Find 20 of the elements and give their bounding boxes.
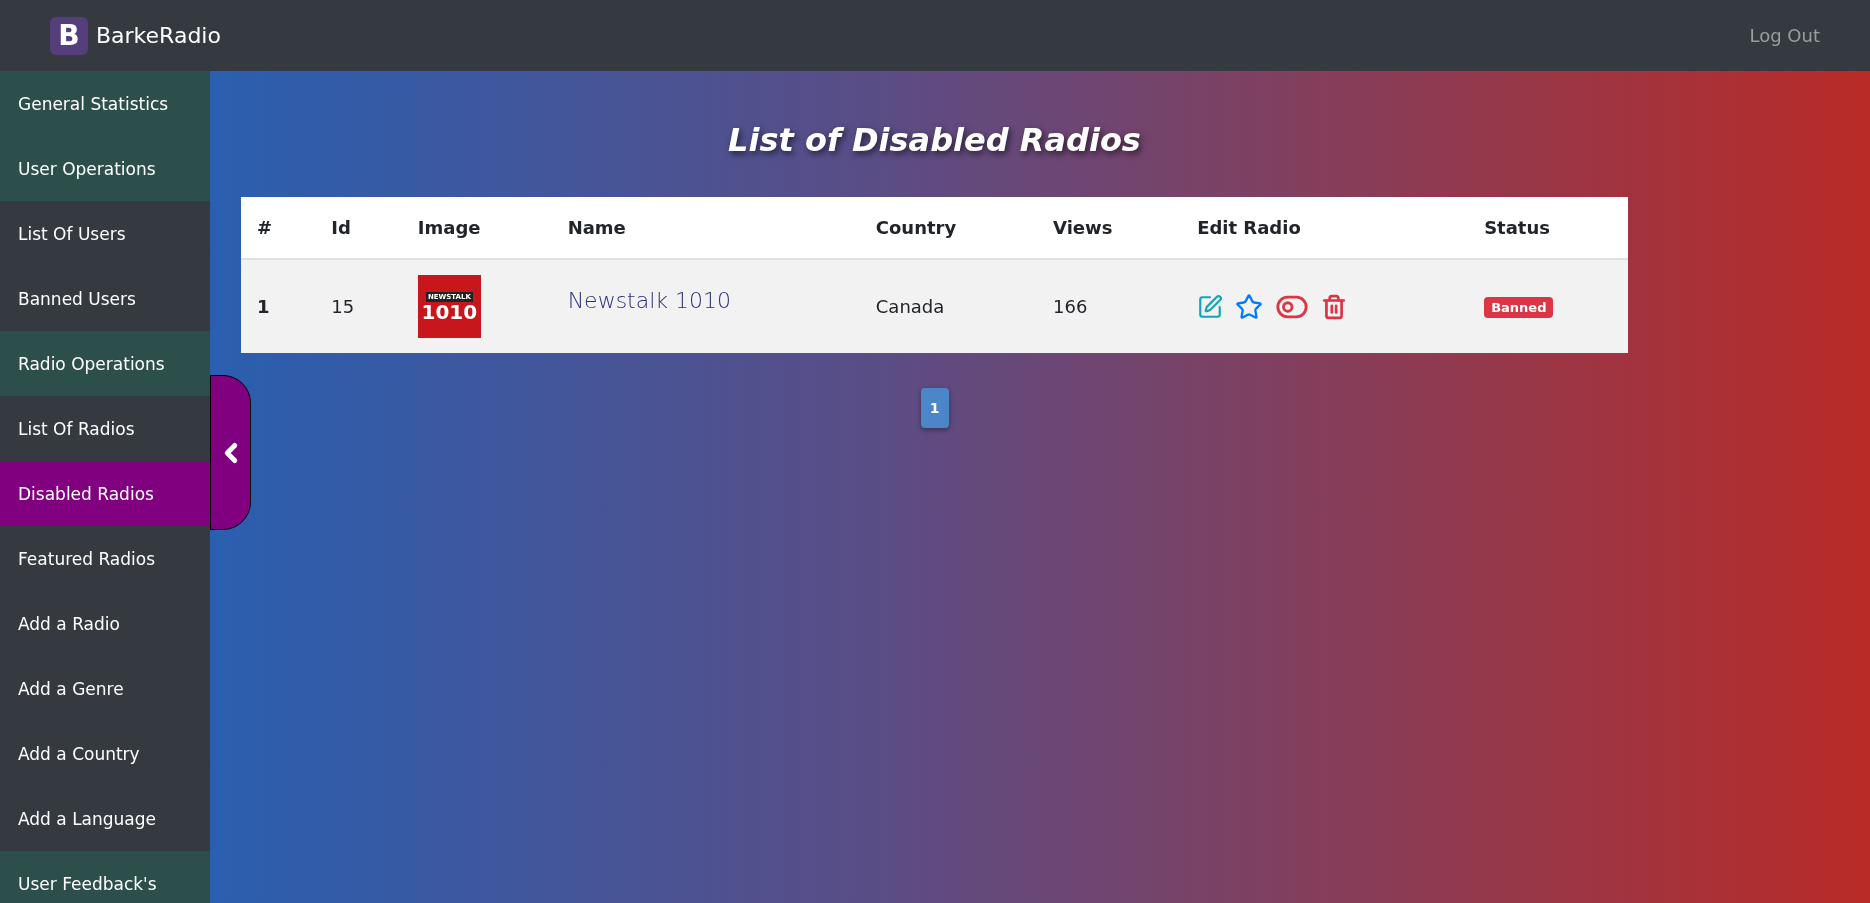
status-badge: Banned [1484, 297, 1554, 318]
collapse-sidebar-button[interactable] [210, 375, 251, 530]
sidebar-item[interactable]: User Feedback's [0, 851, 210, 903]
sidebar-item[interactable]: General Statistics [0, 71, 210, 136]
table-cell: 15 [315, 259, 402, 353]
logout-link[interactable]: Log Out [1749, 25, 1820, 46]
trash-icon[interactable] [1321, 293, 1348, 320]
star-icon[interactable] [1235, 292, 1264, 321]
page-title: List of Disabled Radios [728, 121, 1141, 159]
table-cell: Canada [859, 259, 1038, 353]
sidebar-item[interactable]: User Operations [0, 136, 210, 201]
page-link[interactable]: 1 [920, 388, 949, 428]
sidebar-item[interactable]: Disabled Radios [0, 461, 210, 526]
radio-name-link[interactable]: Newstalk 1010 [567, 288, 732, 313]
brand-name[interactable]: BarkeRadio [96, 23, 221, 48]
edit-icon[interactable] [1197, 293, 1224, 320]
table-cell: 1 [241, 259, 316, 353]
brand-logo: B [50, 16, 88, 55]
sidebar-item[interactable]: Radio Operations [0, 331, 210, 396]
table-cell: 166 [1037, 259, 1182, 353]
